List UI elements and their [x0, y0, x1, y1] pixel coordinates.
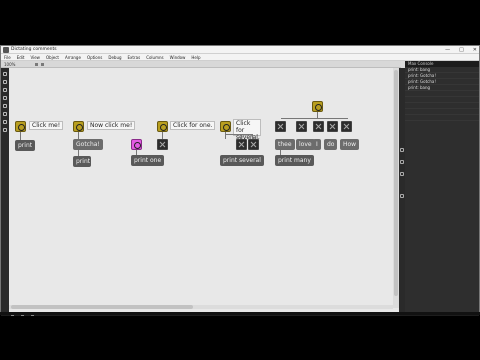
clue-icon[interactable] [400, 172, 404, 176]
console-empty-row [405, 115, 479, 121]
max-console: Max Console print: bang print: Gotcha! p… [405, 61, 479, 313]
bang-button[interactable] [220, 121, 231, 132]
menu-arrange[interactable]: Arrange [65, 54, 81, 60]
trigger-object[interactable] [275, 121, 286, 132]
left-toolbar [1, 68, 9, 313]
menu-file[interactable]: File [4, 54, 11, 60]
print-object[interactable]: print many [275, 155, 314, 166]
message-box[interactable]: How [340, 139, 360, 150]
menu-debug[interactable]: Debug [108, 54, 121, 60]
menu-view[interactable]: View [30, 54, 40, 60]
trigger-object[interactable] [157, 139, 168, 150]
trigger-object[interactable] [248, 139, 259, 150]
patch-cord[interactable] [78, 132, 79, 139]
window-controls: — □ ✕ [445, 46, 477, 54]
new-object-icon[interactable] [3, 72, 7, 76]
bang-button-flashing[interactable] [131, 139, 142, 150]
close-icon[interactable]: ✕ [473, 46, 477, 54]
title-bar: Dictating comments — □ ✕ [1, 46, 479, 54]
print-object[interactable]: print one [131, 155, 165, 166]
trigger-object[interactable] [313, 121, 324, 132]
print-object[interactable]: print several [220, 155, 264, 166]
maximize-icon[interactable]: □ [459, 46, 464, 54]
comment-click-me: Click me! [29, 121, 64, 130]
menu-help[interactable]: Help [191, 54, 200, 60]
presentation-icon[interactable] [41, 63, 44, 66]
trigger-object[interactable] [296, 121, 307, 132]
bang-button[interactable] [73, 121, 84, 132]
help-icon[interactable] [400, 194, 404, 198]
max-patcher-window: Dictating comments — □ ✕ File Edit View … [0, 45, 480, 316]
scroll-thumb[interactable] [394, 70, 398, 296]
lock-icon[interactable] [35, 63, 38, 66]
console-icon[interactable] [400, 160, 404, 164]
menu-object[interactable]: Object [46, 54, 59, 60]
print-object[interactable]: print [15, 140, 36, 151]
message-box[interactable]: thee [275, 139, 295, 150]
message-box[interactable]: love [296, 139, 315, 150]
menu-options[interactable]: Options [87, 54, 102, 60]
window-title: Dictating comments [11, 47, 57, 52]
patcher-toolbar: 100% [1, 61, 401, 68]
bang-button[interactable] [15, 121, 26, 132]
comment-now-click-me: Now click me! [87, 121, 136, 130]
patch-cord[interactable] [225, 134, 252, 135]
comment-click-for-one: Click for one. [170, 121, 216, 130]
message-box[interactable]: I [313, 139, 321, 150]
message-box[interactable]: do [324, 139, 338, 150]
toggle-tool-icon[interactable] [3, 104, 7, 108]
dial-tool-icon[interactable] [3, 128, 7, 132]
menu-columns[interactable]: Columns [146, 54, 163, 60]
app-icon [3, 47, 9, 53]
patch-cord[interactable] [281, 118, 348, 119]
horizontal-scrollbar[interactable] [9, 305, 393, 309]
bang-button[interactable] [312, 101, 323, 112]
bang-button[interactable] [157, 121, 168, 132]
menu-edit[interactable]: Edit [17, 54, 25, 60]
slider-tool-icon[interactable] [3, 120, 7, 124]
minimize-icon[interactable]: — [445, 46, 450, 54]
trigger-object[interactable] [341, 121, 352, 132]
screen: Dictating comments — □ ✕ File Edit View … [0, 0, 480, 360]
patcher-canvas[interactable]: Click me! print Now click me! Gotcha! pr… [9, 68, 400, 313]
menu-window[interactable]: Window [170, 54, 186, 60]
trigger-object[interactable] [327, 121, 338, 132]
trigger-object[interactable] [236, 139, 247, 150]
menu-bar: File Edit View Object Arrange Options De… [1, 54, 479, 61]
zoom-level[interactable]: 100% [4, 61, 15, 68]
inspector-icon[interactable] [400, 148, 404, 152]
new-message-icon[interactable] [3, 80, 7, 84]
menu-extras[interactable]: Extras [128, 54, 141, 60]
message-box[interactable]: Gotcha! [73, 139, 103, 150]
video-progress-strip [0, 312, 480, 315]
number-tool-icon[interactable] [3, 112, 7, 116]
print-object[interactable]: print [73, 156, 91, 167]
patch-cord[interactable] [20, 132, 21, 140]
new-comment-icon[interactable] [3, 88, 7, 92]
scroll-thumb[interactable] [11, 305, 193, 309]
bang-tool-icon[interactable] [3, 96, 7, 100]
